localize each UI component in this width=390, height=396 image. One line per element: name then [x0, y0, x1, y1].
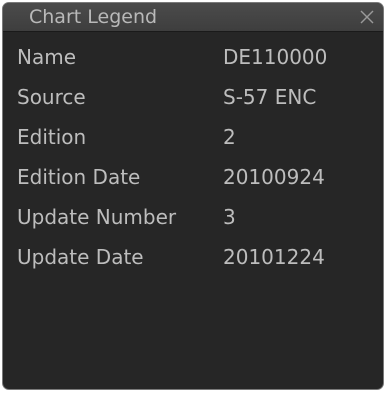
row-value: 20101224: [223, 245, 325, 269]
row-label: Edition: [17, 125, 87, 149]
legend-row-update-date: Update Date 20101224: [3, 237, 383, 277]
row-label: Update Number: [17, 205, 177, 229]
legend-row-edition-date: Edition Date 20100924: [3, 157, 383, 197]
legend-row-name: Name DE110000: [3, 37, 383, 77]
legend-row-edition: Edition 2: [3, 117, 383, 157]
legend-row-update-number: Update Number 3: [3, 197, 383, 237]
row-value: S-57 ENC: [223, 85, 317, 109]
dialog-title: Chart Legend: [29, 6, 158, 28]
row-label: Edition Date: [17, 165, 141, 189]
row-label: Name: [17, 45, 77, 69]
row-value: DE110000: [223, 45, 328, 69]
row-value: 3: [223, 205, 236, 229]
chart-legend-dialog: Chart Legend Name DE110000 Source S-57 E…: [2, 2, 384, 390]
row-label: Source: [17, 85, 86, 109]
dialog-titlebar[interactable]: Chart Legend: [3, 3, 383, 32]
row-label: Update Date: [17, 245, 144, 269]
legend-row-source: Source S-57 ENC: [3, 77, 383, 117]
close-icon[interactable]: [357, 7, 377, 27]
row-value: 20100924: [223, 165, 325, 189]
row-value: 2: [223, 125, 236, 149]
